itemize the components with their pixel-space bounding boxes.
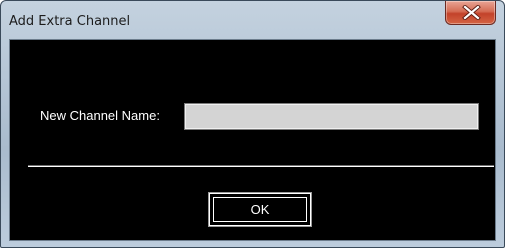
close-button[interactable] (445, 1, 496, 25)
separator-line (28, 165, 494, 167)
close-x-icon (462, 5, 481, 20)
ok-button[interactable]: OK (208, 192, 312, 227)
dialog-client-area: New Channel Name: OK (9, 39, 496, 241)
channel-name-label: New Channel Name: (40, 108, 160, 123)
channel-name-input[interactable] (184, 103, 479, 130)
ok-button-label: OK (250, 202, 270, 217)
window-title: Add Extra Channel (9, 14, 131, 29)
dialog-window: Add Extra Channel New Channel Name: OK (0, 0, 505, 248)
title-bar[interactable]: Add Extra Channel (1, 1, 504, 39)
